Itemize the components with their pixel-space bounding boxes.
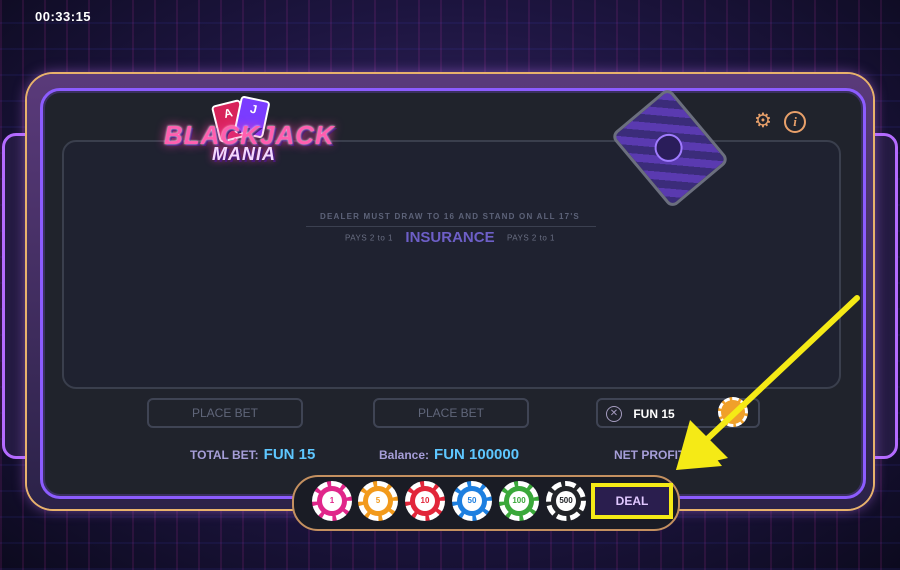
highlight-arrow-icon: [676, 295, 860, 470]
